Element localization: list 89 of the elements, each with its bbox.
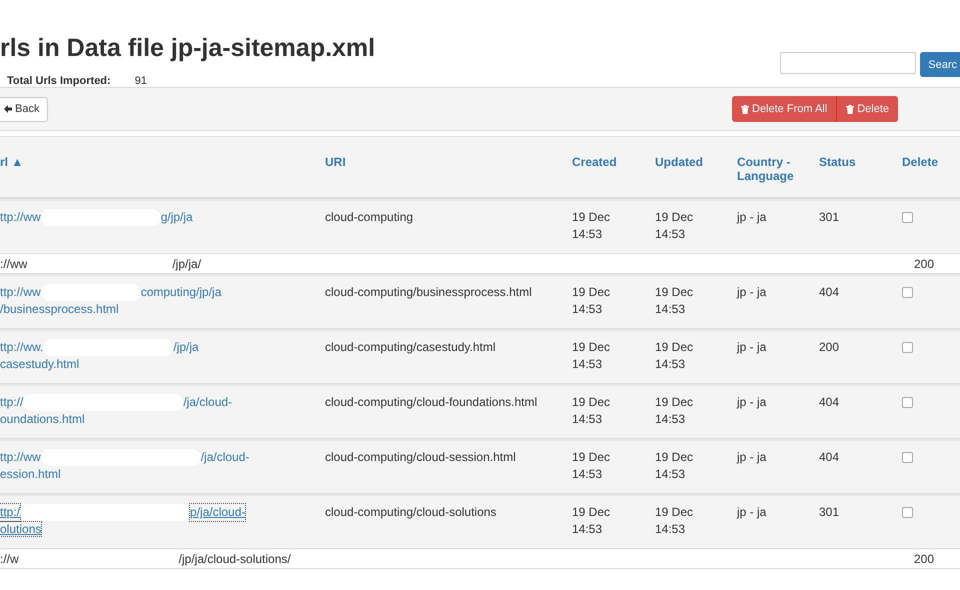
uri-cell-text: cloud-computing — [325, 209, 414, 226]
url-link[interactable]: /ja/cloud- — [183, 394, 232, 411]
status-cell-text: 404 — [819, 284, 840, 301]
updated-cell-text: 19 Dec — [655, 284, 694, 301]
redirect-status: 200 — [914, 552, 934, 566]
updated-cell-text: 14:53 — [655, 226, 686, 243]
status-cell-text: 404 — [819, 394, 840, 411]
updated-cell-text: 19 Dec — [655, 504, 694, 521]
created-cell-text: 14:53 — [572, 521, 604, 538]
column-header[interactable]: URI — [325, 137, 572, 169]
total-value: 91 — [134, 75, 147, 87]
url-link[interactable]: ttp://ww — [0, 209, 41, 226]
created-cell-text: 14:53 — [572, 226, 604, 243]
column-header[interactable]: rl ▲ — [0, 137, 325, 169]
country-cell-text: jp - ja — [737, 339, 768, 356]
url-link[interactable]: /businessprocess.html — [0, 302, 119, 316]
redirect-status: 200 — [914, 256, 934, 270]
column-header[interactable]: Updated — [655, 137, 737, 169]
created-cell-text: 14:53 — [572, 466, 604, 483]
country-cell-text: jp - ja — [737, 504, 768, 521]
updated-cell-text: 14:53 — [655, 521, 686, 538]
delete-checkbox[interactable] — [902, 287, 913, 298]
updated-cell-text: 14:53 — [655, 411, 686, 428]
url-link[interactable]: ttp:// — [0, 394, 24, 411]
country-cell-text: jp - ja — [737, 209, 768, 226]
uri-cell-text: cloud-computing/cloud-solutions — [325, 504, 498, 521]
redirect-url: ://ww — [0, 256, 28, 270]
created-cell-text: 14:53 — [572, 301, 604, 318]
created-cell-text: 19 Dec — [572, 504, 612, 521]
updated-cell-text: 19 Dec — [655, 449, 694, 466]
uri-cell-text: cloud-computing/casestudy.html — [325, 339, 497, 356]
delete-button[interactable]: Delete — [837, 96, 898, 122]
url-link[interactable]: oundations.html — [0, 412, 85, 426]
uri-cell-text: cloud-computing/cloud-foundations.html — [325, 394, 538, 411]
created-cell-text: 19 Dec — [572, 284, 612, 301]
updated-cell-text: 19 Dec — [655, 394, 694, 411]
column-header[interactable]: Country - Language — [737, 137, 819, 183]
url-link[interactable]: olutions — [0, 522, 42, 536]
url-link[interactable]: /ja/cloud- — [200, 449, 250, 466]
trash-icon — [741, 104, 749, 114]
url-link[interactable]: ttp://ww — [0, 449, 41, 466]
url-link[interactable]: computing/jp/ja — [140, 284, 222, 301]
delete-checkbox[interactable] — [902, 507, 913, 518]
delete-from-all-button[interactable]: Delete From All — [732, 96, 838, 122]
url-link[interactable]: ttp://ww. — [0, 339, 44, 356]
url-link[interactable]: p/ja/cloud- — [190, 504, 246, 521]
back-button[interactable]: Back — [0, 96, 48, 122]
page-title: rls in Data file jp-ja-sitemap.xml — [0, 34, 376, 63]
country-cell-text: jp - ja — [737, 394, 768, 411]
updated-cell-text: 14:53 — [655, 466, 686, 483]
search-field[interactable] — [780, 52, 916, 74]
url-link[interactable]: ttp:/ — [0, 504, 20, 521]
delete-checkbox[interactable] — [902, 452, 913, 463]
search-button[interactable]: Searc — [920, 52, 960, 77]
status-cell-text: 404 — [819, 449, 840, 466]
arrow-left-icon — [4, 105, 12, 113]
total-label: Total Urls Imported: — [7, 75, 111, 87]
uri-cell-text: cloud-computing/cloud-session.html — [325, 449, 517, 466]
column-header[interactable]: Created — [572, 137, 655, 169]
updated-cell-text: 19 Dec — [655, 339, 694, 356]
url-link[interactable]: casestudy.html — [0, 357, 80, 371]
status-cell-text: 200 — [819, 339, 840, 356]
status-cell-text: 301 — [819, 504, 840, 521]
updated-cell-text: 19 Dec — [655, 209, 694, 226]
redirect-url: /jp/ja/ — [172, 256, 202, 270]
created-cell-text: 14:53 — [572, 356, 604, 373]
created-cell-text: 19 Dec — [572, 209, 612, 226]
url-link[interactable]: g/jp/ja — [160, 209, 193, 226]
delete-checkbox[interactable] — [902, 342, 913, 353]
column-header[interactable]: Delete — [902, 137, 960, 169]
url-link[interactable]: ession.html — [0, 467, 61, 481]
trash-icon — [846, 104, 854, 114]
updated-cell-text: 14:53 — [655, 301, 686, 318]
delete-checkbox[interactable] — [902, 397, 913, 408]
created-cell-text: 19 Dec — [572, 339, 612, 356]
created-cell-text: 14:53 — [572, 411, 604, 428]
updated-cell-text: 14:53 — [655, 356, 686, 373]
column-header[interactable]: Status — [819, 137, 902, 169]
redirect-url: ://w — [0, 552, 19, 566]
status-cell-text: 301 — [819, 209, 840, 226]
url-link[interactable]: ttp://ww — [0, 284, 41, 301]
uri-cell-text: cloud-computing/businessprocess.html — [325, 284, 533, 301]
url-link[interactable]: /jp/ja — [173, 339, 199, 356]
redirect-url: /jp/ja/cloud-solutions/ — [178, 552, 291, 566]
created-cell-text: 19 Dec — [572, 449, 612, 466]
created-cell-text: 19 Dec — [572, 394, 612, 411]
country-cell-text: jp - ja — [737, 284, 768, 301]
delete-checkbox[interactable] — [902, 212, 913, 223]
country-cell-text: jp - ja — [737, 449, 768, 466]
